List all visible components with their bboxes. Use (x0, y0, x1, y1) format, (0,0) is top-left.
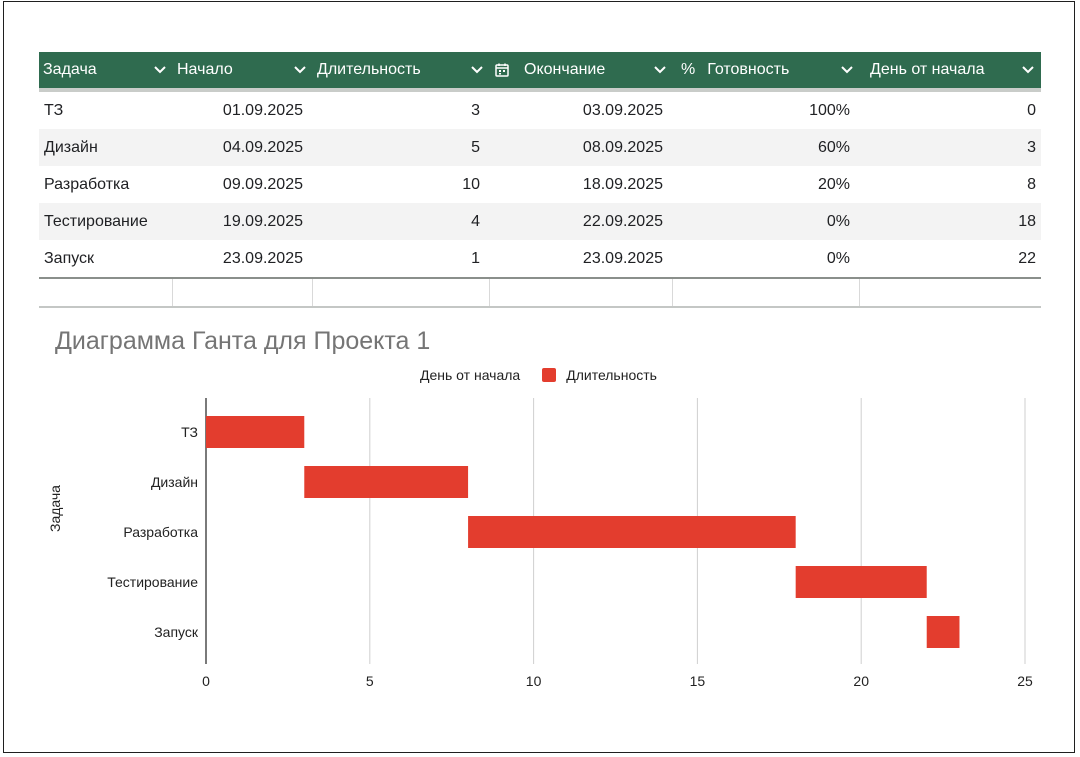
gantt-chart: 0 5 10 15 20 25 ТЗ Дизайн Разработка Тестирование… (107, 398, 1033, 689)
x-tick-label: 0 (202, 673, 210, 689)
y-tick-label: Запуск (154, 624, 199, 640)
x-tick-label: 25 (1017, 673, 1033, 689)
y-tick-label: Дизайн (151, 474, 198, 490)
x-tick-label: 20 (853, 673, 869, 689)
gantt-bar (926, 616, 960, 648)
x-tick-label: 5 (366, 673, 374, 689)
x-tick-label: 10 (526, 673, 542, 689)
y-tick-label: ТЗ (181, 424, 198, 440)
y-tick-label: Разработка (123, 524, 198, 540)
gantt-bar (795, 566, 927, 598)
y-tick-label: Тестирование (107, 574, 198, 590)
gantt-bar (304, 466, 469, 498)
x-tick-label: 15 (690, 673, 706, 689)
gantt-bar (468, 516, 796, 548)
gantt-bar (206, 416, 305, 448)
